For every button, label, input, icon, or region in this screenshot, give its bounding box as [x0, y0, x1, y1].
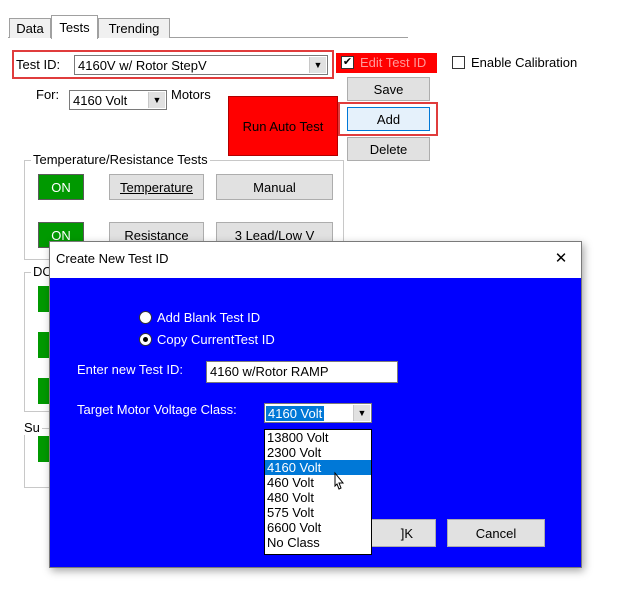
enable-calibration-label: Enable Calibration [471, 55, 578, 70]
delete-button[interactable]: Delete [347, 137, 430, 161]
add-blank-radio[interactable] [139, 311, 152, 324]
voltage-option[interactable]: 480 Volt [265, 490, 371, 505]
voltage-option[interactable]: 6600 Volt [265, 520, 371, 535]
copy-current-label: Copy CurrentTest ID [157, 332, 275, 347]
tab-trending[interactable]: Trending [98, 18, 170, 38]
add-button[interactable]: Add [347, 107, 430, 131]
save-label: Save [373, 81, 404, 97]
save-button[interactable]: Save [347, 77, 430, 101]
on-label: ON [51, 179, 71, 195]
test-id-value: 4160V w/ Rotor StepV [78, 57, 207, 73]
target-voltage-value: 4160 Volt [266, 405, 325, 421]
run-auto-test-button[interactable]: Run Auto Test [228, 96, 338, 156]
mouse-cursor-icon [334, 471, 345, 490]
tab-tests[interactable]: Tests [51, 15, 98, 39]
cancel-label: Cancel [475, 525, 517, 541]
voltage-option[interactable]: 2300 Volt [265, 445, 371, 460]
for-combo[interactable]: 4160 Volt ▼ [69, 90, 167, 110]
tab-data[interactable]: Data [9, 18, 51, 38]
copy-current-radio[interactable] [139, 333, 152, 346]
target-voltage-value-text: 4160 Volt [268, 405, 323, 421]
edit-test-id-label: Edit Test ID [360, 55, 427, 70]
chevron-down-icon: ▼ [148, 92, 165, 108]
cancel-button[interactable]: Cancel [447, 519, 545, 547]
tab-tests-label: Tests [59, 20, 90, 35]
target-voltage-label: Target Motor Voltage Class: [77, 402, 237, 417]
temperature-label: Temperature [120, 179, 193, 195]
manual-label: Manual [253, 179, 296, 195]
test-id-label: Test ID: [16, 57, 61, 72]
for-value: 4160 Volt [73, 92, 128, 108]
su-group-title: Su [22, 420, 42, 435]
enable-calibration-checkbox[interactable] [452, 56, 465, 69]
manual-button[interactable]: Manual [216, 174, 333, 200]
target-voltage-dropdown: 13800 Volt 2300 Volt 4160 Volt 460 Volt … [264, 429, 372, 555]
temperature-on-button[interactable]: ON [38, 174, 84, 200]
add-blank-label: Add Blank Test ID [157, 310, 261, 325]
new-test-id-input[interactable]: 4160 w/Rotor RAMP [206, 361, 398, 383]
target-voltage-combo[interactable]: 4160 Volt ▼ [264, 403, 372, 423]
edit-test-id-checkbox[interactable]: ✔ [341, 56, 354, 69]
for-label: For: [36, 87, 60, 102]
temperature-button[interactable]: Temperature [109, 174, 204, 200]
voltage-option[interactable]: 4160 Volt [265, 460, 371, 475]
close-icon[interactable]: ✕ [547, 247, 575, 269]
ok-label: ]K [400, 525, 413, 541]
voltage-option[interactable]: No Class [265, 535, 371, 550]
dialog-title: Create New Test ID [56, 251, 169, 266]
motors-label: Motors [171, 87, 211, 102]
create-test-id-dialog: Create New Test ID ✕ Add Blank Test ID C… [49, 241, 582, 568]
run-auto-test-label: Run Auto Test [242, 118, 324, 134]
voltage-option[interactable]: 575 Volt [265, 505, 371, 520]
tab-data-label: Data [16, 21, 44, 36]
temp-resistance-group-title: Temperature/Resistance Tests [31, 152, 210, 167]
new-test-id-value: 4160 w/Rotor RAMP [210, 364, 329, 379]
add-label: Add [376, 111, 401, 127]
tab-trending-label: Trending [108, 21, 160, 36]
voltage-option[interactable]: 13800 Volt [265, 430, 371, 445]
voltage-option[interactable]: 460 Volt [265, 475, 371, 490]
delete-label: Delete [369, 141, 408, 157]
chevron-down-icon: ▼ [353, 405, 370, 421]
dialog-body: Add Blank Test ID Copy CurrentTest ID En… [50, 278, 581, 567]
test-id-combo[interactable]: 4160V w/ Rotor StepV ▼ [74, 55, 328, 75]
chevron-down-icon: ▼ [309, 57, 326, 73]
enter-test-id-label: Enter new Test ID: [77, 362, 183, 377]
